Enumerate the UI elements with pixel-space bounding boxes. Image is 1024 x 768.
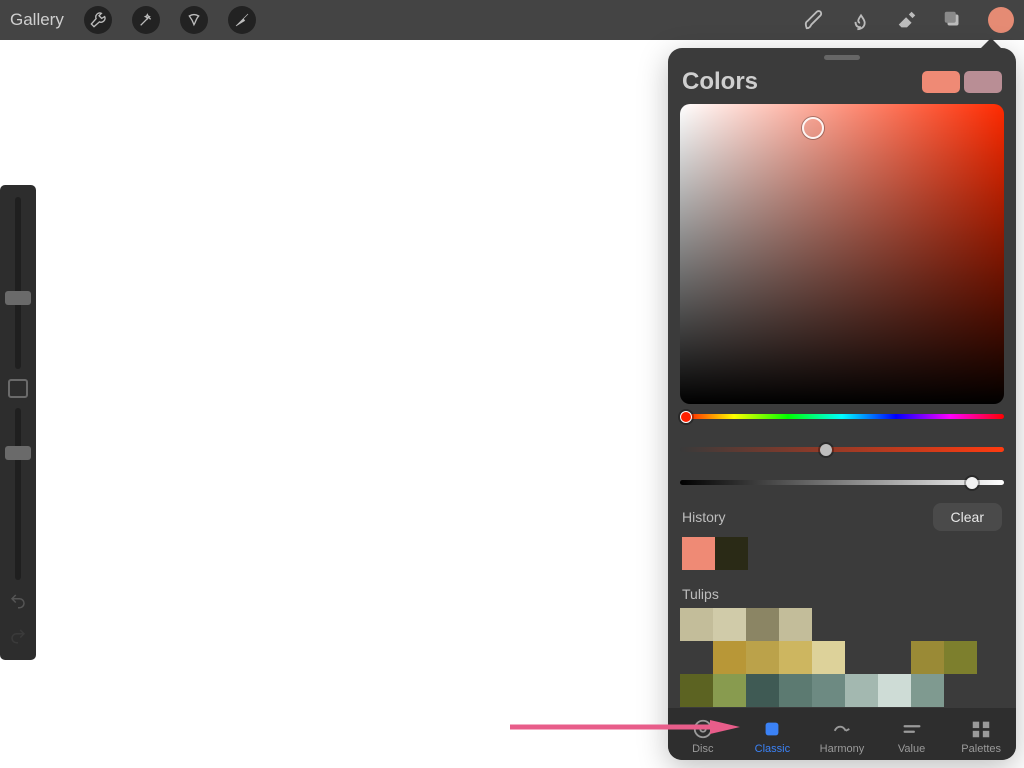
panel-drag-handle[interactable] bbox=[824, 55, 860, 60]
palette-swatch[interactable] bbox=[779, 641, 812, 674]
hue-slider[interactable] bbox=[680, 414, 1004, 419]
opacity-handle[interactable] bbox=[5, 446, 31, 460]
palette-swatch[interactable] bbox=[944, 641, 977, 674]
palette-swatch[interactable] bbox=[746, 641, 779, 674]
harmony-icon bbox=[831, 718, 853, 740]
palette-swatch[interactable] bbox=[680, 674, 713, 707]
palette-empty bbox=[812, 608, 845, 641]
palette-empty bbox=[911, 608, 944, 641]
color-panel-tabbar: Disc Classic Harmony Value Palettes bbox=[668, 708, 1016, 760]
history-swatches bbox=[668, 537, 1016, 570]
palette-swatch[interactable] bbox=[911, 674, 944, 707]
secondary-color-swatch[interactable] bbox=[964, 71, 1002, 93]
palette-empty bbox=[845, 641, 878, 674]
tab-harmony[interactable]: Harmony bbox=[812, 718, 872, 755]
brush-tool-icon[interactable] bbox=[792, 0, 838, 40]
palette-empty bbox=[878, 641, 911, 674]
palette-swatch[interactable] bbox=[746, 608, 779, 641]
disc-icon bbox=[692, 718, 714, 740]
palette-empty bbox=[680, 641, 713, 674]
opacity-slider[interactable] bbox=[15, 408, 21, 580]
tab-disc[interactable]: Disc bbox=[673, 718, 733, 755]
palette-swatch[interactable] bbox=[878, 674, 911, 707]
gallery-button[interactable]: Gallery bbox=[10, 10, 64, 30]
tab-value[interactable]: Value bbox=[882, 718, 942, 755]
history-swatch[interactable] bbox=[682, 537, 715, 570]
palette-name-label: Tulips bbox=[668, 570, 1016, 608]
tab-palettes[interactable]: Palettes bbox=[951, 718, 1011, 755]
palette-empty bbox=[845, 608, 878, 641]
smudge-tool-icon[interactable] bbox=[838, 0, 884, 40]
value-slider[interactable] bbox=[680, 480, 1004, 485]
brush-size-handle[interactable] bbox=[5, 291, 31, 305]
adjustments-wand-icon[interactable] bbox=[132, 6, 160, 34]
primary-color-swatch[interactable] bbox=[922, 71, 960, 93]
history-swatch[interactable] bbox=[715, 537, 748, 570]
panel-title: Colors bbox=[682, 68, 922, 96]
palette-swatch[interactable] bbox=[779, 608, 812, 641]
sidebar-sliders bbox=[0, 185, 36, 660]
saturation-value-field[interactable] bbox=[680, 104, 1004, 404]
palette-empty bbox=[944, 608, 977, 641]
colors-panel: Colors History Clear Tulips Disc Classic… bbox=[668, 48, 1016, 760]
undo-icon[interactable] bbox=[9, 592, 27, 615]
palette-swatch[interactable] bbox=[713, 641, 746, 674]
layers-icon[interactable] bbox=[930, 0, 976, 40]
sv-cursor[interactable] bbox=[802, 117, 824, 139]
palette-swatch[interactable] bbox=[845, 674, 878, 707]
saturation-slider[interactable] bbox=[680, 447, 1004, 452]
palette-swatch[interactable] bbox=[713, 608, 746, 641]
palette-swatch[interactable] bbox=[713, 674, 746, 707]
tab-classic[interactable]: Classic bbox=[742, 718, 802, 755]
classic-icon bbox=[761, 718, 783, 740]
palette-swatch[interactable] bbox=[746, 674, 779, 707]
palette-swatch[interactable] bbox=[779, 674, 812, 707]
brush-size-slider[interactable] bbox=[15, 197, 21, 369]
clear-history-button[interactable]: Clear bbox=[933, 503, 1002, 531]
palette-swatch[interactable] bbox=[680, 608, 713, 641]
selection-icon[interactable] bbox=[180, 6, 208, 34]
redo-icon[interactable] bbox=[9, 627, 27, 650]
eraser-tool-icon[interactable] bbox=[884, 0, 930, 40]
palette-swatch[interactable] bbox=[911, 641, 944, 674]
palette-empty bbox=[878, 608, 911, 641]
palettes-icon bbox=[970, 718, 992, 740]
actions-wrench-icon[interactable] bbox=[84, 6, 112, 34]
palette-empty bbox=[944, 674, 977, 707]
modify-button[interactable] bbox=[8, 379, 28, 399]
palette-swatch[interactable] bbox=[812, 641, 845, 674]
transform-arrow-icon[interactable] bbox=[228, 6, 256, 34]
history-label: History bbox=[682, 509, 726, 525]
top-toolbar: Gallery bbox=[0, 0, 1024, 40]
value-icon bbox=[901, 718, 923, 740]
palette-swatch[interactable] bbox=[812, 674, 845, 707]
color-button[interactable] bbox=[988, 7, 1014, 33]
